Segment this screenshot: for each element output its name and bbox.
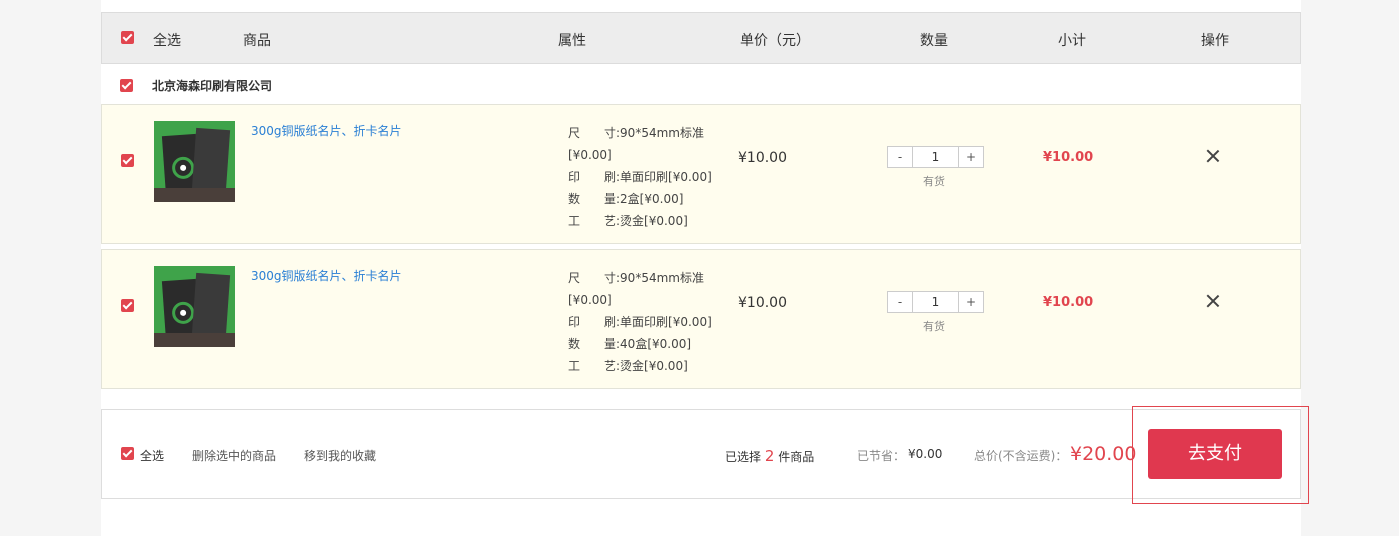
shop-checkbox[interactable] [120,79,133,92]
shop-row: 北京海森印刷有限公司 [101,64,1301,105]
header-subtotal: 小计 [1058,33,1086,49]
attr-line: 数 量:2盒[¥0.00] [568,192,684,206]
cart-footer: 全选 删除选中的商品 移到我的收藏 已选择 2 件商品 已节省： ¥0.00 总… [101,409,1301,499]
item-subtotal: ¥10.00 [1043,295,1094,310]
select-all-checkbox-header[interactable] [121,31,134,44]
product-thumbnail[interactable] [154,121,235,202]
cart-item-row: 300g铜版纸名片、折卡名片 尺 寸:90*54mm标准 [¥0.00] 印 刷… [101,104,1301,244]
decrease-button[interactable]: - [888,292,913,312]
header-action: 操作 [1201,33,1229,49]
unit-price: ¥10.00 [738,295,787,311]
attr-line: 尺 寸:90*54mm标准 [568,271,704,285]
stock-status: 有货 [923,320,945,333]
header-product: 商品 [243,33,271,49]
selected-count: 2 [764,447,775,465]
selected-prefix: 已选择 [725,450,762,464]
quantity-input[interactable]: 1 [913,147,958,167]
attr-line: 尺 寸:90*54mm标准 [568,126,704,140]
attr-line: [¥0.00] [568,293,612,307]
unit-price: ¥10.00 [738,150,787,166]
header-unit-price: 单价（元） [740,33,810,49]
selected-suffix: 件商品 [778,450,815,464]
total-label: 总价(不含运费)： [974,449,1068,463]
header-attributes: 属性 [558,33,586,49]
item-checkbox[interactable] [121,154,134,167]
attr-line: 印 刷:单面印刷[¥0.00] [568,315,712,329]
attr-line: 工 艺:烫金[¥0.00] [568,359,688,373]
attr-line: 工 艺:烫金[¥0.00] [568,214,688,228]
card-image [191,272,231,338]
pay-button[interactable]: 去支付 [1148,429,1282,479]
select-all-checkbox-footer[interactable] [121,447,134,460]
product-attributes: 尺 寸:90*54mm标准 [¥0.00] 印 刷:单面印刷[¥0.00] 数 … [568,267,712,377]
total-value: ¥20.00 [1070,443,1137,465]
header-select-all: 全选 [153,33,181,49]
cart-item-row: 300g铜版纸名片、折卡名片 尺 寸:90*54mm标准 [¥0.00] 印 刷… [101,249,1301,389]
stock-status: 有货 [923,175,945,188]
increase-button[interactable]: + [958,147,983,167]
cart-header: 全选 商品 属性 单价（元） 数量 小计 操作 [101,12,1301,64]
saved-label: 已节省： [857,449,906,463]
decrease-button[interactable]: - [888,147,913,167]
shop-name: 北京海森印刷有限公司 [152,79,273,93]
selected-summary: 已选择 2 件商品 [725,447,814,465]
product-attributes: 尺 寸:90*54mm标准 [¥0.00] 印 刷:单面印刷[¥0.00] 数 … [568,122,712,232]
close-icon[interactable] [1206,294,1220,308]
saved-value: ¥0.00 [908,447,943,461]
product-name-link[interactable]: 300g铜版纸名片、折卡名片 [251,267,402,284]
product-name-link[interactable]: 300g铜版纸名片、折卡名片 [251,122,402,139]
item-subtotal: ¥10.00 [1043,150,1094,165]
card-image [191,127,231,193]
item-checkbox[interactable] [121,299,134,312]
attr-line: 数 量:40盒[¥0.00] [568,337,692,351]
move-to-favorites-link[interactable]: 移到我的收藏 [304,447,376,464]
close-icon[interactable] [1206,149,1220,163]
delete-selected-link[interactable]: 删除选中的商品 [192,447,276,464]
quantity-input[interactable]: 1 [913,292,958,312]
attr-line: [¥0.00] [568,148,612,162]
product-thumbnail[interactable] [154,266,235,347]
attr-line: 印 刷:单面印刷[¥0.00] [568,170,712,184]
footer-select-all[interactable]: 全选 [140,447,164,464]
increase-button[interactable]: + [958,292,983,312]
cart-panel: 全选 商品 属性 单价（元） 数量 小计 操作 北京海森印刷有限公司 300g铜… [101,0,1309,536]
quantity-stepper: - 1 + [887,146,984,168]
quantity-stepper: - 1 + [887,291,984,313]
header-quantity: 数量 [920,33,948,49]
